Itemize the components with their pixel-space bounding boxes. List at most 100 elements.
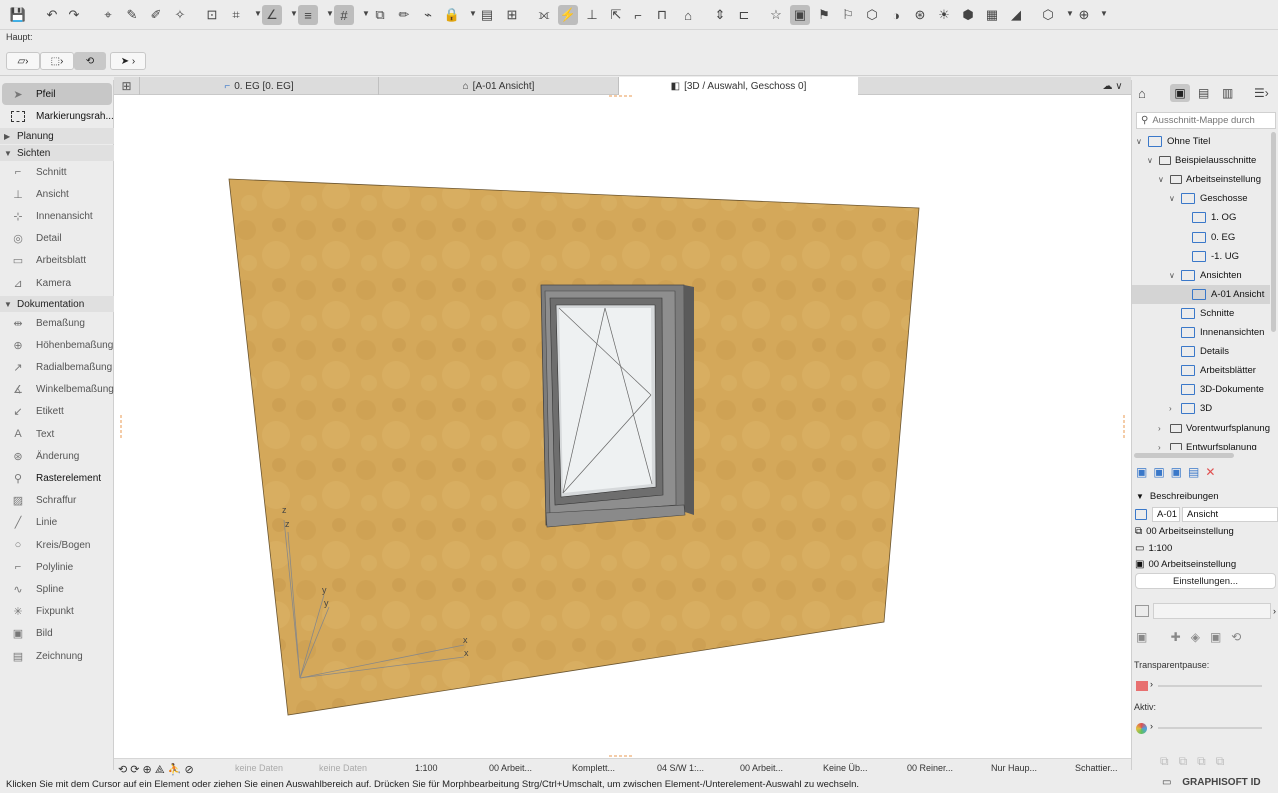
- chevron-icon[interactable]: ∨: [1158, 175, 1168, 184]
- tool-grid-element[interactable]: ⚲ Rasterelement: [0, 467, 114, 489]
- tree-item[interactable]: 1. OG: [1132, 208, 1270, 227]
- trace-icon[interactable]: ⌁: [418, 5, 438, 25]
- chevron-icon[interactable]: ∨: [1136, 137, 1146, 146]
- globe-icon[interactable]: ⊕: [1074, 5, 1094, 25]
- chevron-icon[interactable]: ∨: [1169, 194, 1179, 203]
- delete-icon[interactable]: ✕: [1205, 465, 1221, 479]
- label-tag-icon[interactable]: ◢: [1006, 5, 1026, 25]
- view-3d-icon[interactable]: ⬡: [1038, 5, 1058, 25]
- flag2-icon[interactable]: ⚐: [838, 5, 858, 25]
- status-shading[interactable]: Schattier...: [1075, 763, 1118, 773]
- tool-hotspot[interactable]: ✳ Fixpunkt: [0, 601, 114, 623]
- tool-elevation[interactable]: ⊥ Ansicht: [0, 183, 114, 205]
- elevate-icon[interactable]: ⇕: [710, 5, 730, 25]
- save-icon[interactable]: 💾: [8, 5, 28, 25]
- tool-angle-dimension[interactable]: ∡ Winkelbemaßung: [0, 379, 114, 401]
- props-header[interactable]: ▼ Beschreibungen: [1136, 488, 1278, 504]
- tree-item[interactable]: ∨ Ohne Titel: [1132, 132, 1270, 151]
- group-planung[interactable]: ▶ Planung: [0, 128, 114, 144]
- tool-drawing[interactable]: ▤ Zeichnung: [0, 645, 114, 667]
- tree-item[interactable]: › Vorentwurfsplanung: [1132, 419, 1270, 438]
- status-overrides[interactable]: Keine Üb...: [823, 763, 868, 773]
- active-color-icon[interactable]: [1136, 723, 1147, 734]
- navigator-menu-icon[interactable]: ☰›: [1254, 86, 1269, 100]
- intersect-icon[interactable]: ⊓: [652, 5, 672, 25]
- brand-row[interactable]: ▭ GRAPHISOFT ID: [1162, 777, 1261, 788]
- settings-button[interactable]: Einstellungen...: [1135, 573, 1276, 589]
- tool-polyline[interactable]: ⌐ Polylinie: [0, 556, 114, 578]
- tab-elevation[interactable]: ⌂ [A-01 Ansicht]: [379, 77, 619, 95]
- tab-overview-button[interactable]: ⊞: [114, 77, 140, 95]
- project-map-icon[interactable]: ⌂: [1138, 86, 1146, 101]
- tree-item[interactable]: ∨ Beispielausschnitte: [1132, 151, 1270, 170]
- find-select-icon[interactable]: ⌖: [98, 5, 118, 25]
- id-field[interactable]: A-01: [1152, 506, 1180, 522]
- window[interactable]: [540, 284, 694, 528]
- tool-section[interactable]: ⌐ Schnitt: [0, 161, 114, 183]
- eyedropper-icon[interactable]: ✎: [122, 5, 142, 25]
- tool-interior-elevation[interactable]: ⊹ Innenansicht: [0, 205, 114, 227]
- favorites-icon[interactable]: ☆: [766, 5, 786, 25]
- mesh-icon[interactable]: ▦: [982, 5, 1002, 25]
- transparent-slider[interactable]: [1158, 685, 1262, 687]
- props-scale[interactable]: ▭ 1:100: [1135, 540, 1172, 556]
- chevron-icon[interactable]: ∨: [1169, 271, 1179, 280]
- viewport-3d[interactable]: z z y y x x: [114, 95, 1131, 758]
- chevron-down-icon[interactable]: ▼: [1100, 9, 1108, 21]
- adjust-icon[interactable]: ⊥: [582, 5, 602, 25]
- name-field[interactable]: Ansicht: [1182, 506, 1278, 522]
- tool-figure[interactable]: ▣ Bild: [0, 623, 114, 645]
- tool-spline[interactable]: ∿ Spline: [0, 578, 114, 600]
- chevron-down-icon[interactable]: ▼: [326, 9, 334, 21]
- snap-guides-icon[interactable]: ∠: [262, 5, 282, 25]
- status-model[interactable]: Komplett...: [572, 763, 615, 773]
- tree-item[interactable]: ∨ Ansichten: [1132, 266, 1270, 285]
- flag-icon[interactable]: ⚑: [814, 5, 834, 25]
- tool-fill[interactable]: ▨ Schraffur: [0, 490, 114, 512]
- search-input[interactable]: [1152, 115, 1263, 126]
- group-sichten[interactable]: ▼ Sichten: [0, 145, 114, 161]
- grid-icon[interactable]: #: [334, 5, 354, 25]
- tree-item[interactable]: ∨ Geschosse: [1132, 189, 1270, 208]
- tool-radial-dimension[interactable]: ↗ Radialbemaßung: [0, 356, 114, 378]
- tool-revision[interactable]: ⊛ Änderung: [0, 445, 114, 467]
- tree-item[interactable]: A-01 Ansicht: [1132, 284, 1270, 304]
- active-slider[interactable]: [1158, 727, 1262, 729]
- rotate-button[interactable]: ⟲: [74, 52, 106, 70]
- fillet-icon[interactable]: ⌐: [628, 5, 648, 25]
- pen-icon[interactable]: ✏: [394, 5, 414, 25]
- resize-icon[interactable]: ⊏: [734, 5, 754, 25]
- status-layer[interactable]: 00 Arbeit...: [489, 763, 532, 773]
- tree-item[interactable]: › 3D: [1132, 399, 1270, 418]
- tree-item[interactable]: Arbeitsblätter: [1132, 361, 1270, 380]
- split-icon[interactable]: ⚡: [558, 5, 578, 25]
- magic-wand-icon[interactable]: ✧: [170, 5, 190, 25]
- redo-icon[interactable]: ↷: [64, 5, 84, 25]
- tab-menu-button[interactable]: ☁ ∨: [1094, 77, 1131, 95]
- publisher-icon[interactable]: ▥: [1222, 86, 1233, 100]
- gravity-icon[interactable]: ⌗: [226, 5, 246, 25]
- tool-text[interactable]: A Text: [0, 423, 114, 445]
- status-scale[interactable]: 1:100: [415, 763, 438, 773]
- offset-icon[interactable]: ⇱: [606, 5, 626, 25]
- tool-arrow[interactable]: ➤ Pfeil: [2, 83, 112, 105]
- status-no-data-2[interactable]: keine Daten: [319, 763, 367, 773]
- chevron-down-icon[interactable]: ▼: [254, 9, 262, 21]
- navigator-action-icons[interactable]: ▣▣▣▤✕: [1136, 465, 1221, 479]
- tree-hscrollbar[interactable]: [1134, 453, 1234, 458]
- props-model-view[interactable]: ▣ 00 Arbeitseinstellung: [1135, 556, 1236, 572]
- tab-3d[interactable]: ◧ [3D / Auswahl, Geschoss 0]: [619, 77, 858, 95]
- tree-item[interactable]: 3D-Dokumente: [1132, 380, 1270, 399]
- geometry-method-button[interactable]: ▱›: [6, 52, 40, 70]
- layers-icon[interactable]: ⧉: [370, 5, 390, 25]
- tool-level-dimension[interactable]: ⊕ Höhenbemaßung: [0, 334, 114, 356]
- tool-label[interactable]: ↙ Etikett: [0, 401, 114, 423]
- guide-lines-icon[interactable]: ≡: [298, 5, 318, 25]
- chevron-down-icon[interactable]: ▼: [1066, 9, 1074, 21]
- selection-method-button[interactable]: ⬚›: [40, 52, 74, 70]
- trim-icon[interactable]: ⟗: [534, 5, 554, 25]
- chevron-down-icon[interactable]: ▼: [362, 9, 370, 21]
- tool-marquee[interactable]: Markierungsrah...: [0, 105, 114, 127]
- tab-floorplan[interactable]: ⌐ 0. EG [0. EG]: [140, 77, 379, 95]
- status-no-data-1[interactable]: keine Daten: [235, 763, 283, 773]
